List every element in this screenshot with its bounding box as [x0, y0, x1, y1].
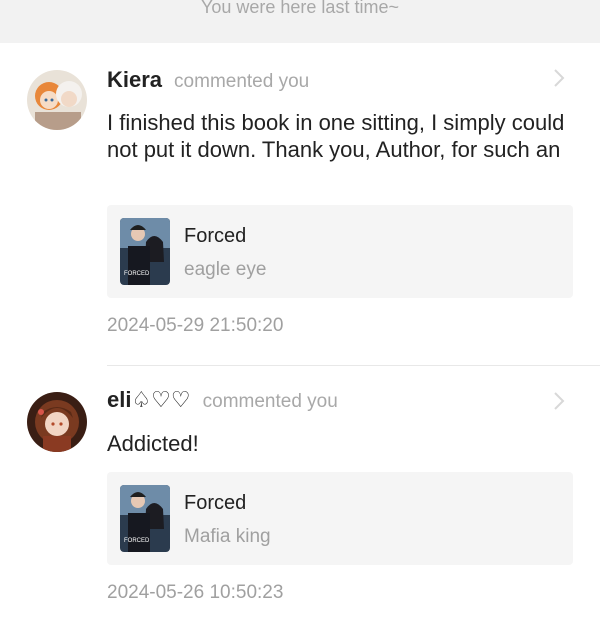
book-title: Forced: [184, 225, 247, 247]
timestamp: 2024-05-26 10:50:23: [107, 582, 284, 603]
chevron-right-icon[interactable]: [552, 390, 566, 412]
notification-item[interactable]: eli♤♡♡ commented you Addicted! FORCED Fo…: [0, 366, 600, 621]
last-visit-banner: You were here last time~: [0, 0, 600, 43]
username[interactable]: eli♤♡♡: [107, 387, 191, 413]
action-text: commented you: [202, 391, 338, 412]
notification-item[interactable]: Kiera commented you I finished this book…: [0, 43, 600, 365]
book-subtitle: Mafia king: [184, 526, 271, 547]
book-title: Forced: [184, 492, 247, 514]
anime-avatar-icon: [27, 392, 87, 452]
book-cover-text: FORCED: [124, 271, 150, 277]
book-cover-text: FORCED: [124, 538, 150, 544]
anime-avatar-icon: [27, 70, 87, 130]
comment-text: Addicted!: [107, 431, 199, 456]
user-avatar[interactable]: [27, 392, 87, 452]
book-card[interactable]: FORCED Forced eagle eye: [107, 205, 573, 298]
action-text: commented you: [174, 71, 310, 92]
last-visit-text: You were here last time~: [201, 0, 399, 17]
user-avatar[interactable]: [27, 70, 87, 130]
notification-header: Kiera commented you: [107, 67, 309, 97]
notification-header: eli♤♡♡ commented you: [107, 387, 338, 417]
book-cover-image: FORCED: [120, 485, 170, 552]
chevron-right-icon[interactable]: [552, 67, 566, 89]
timestamp: 2024-05-29 21:50:20: [107, 315, 284, 336]
book-cover-image: FORCED: [120, 218, 170, 285]
book-subtitle: eagle eye: [184, 259, 267, 280]
book-card[interactable]: FORCED Forced Mafia king: [107, 472, 573, 565]
comment-text: I finished this book in one sitting, I s…: [107, 110, 565, 162]
username[interactable]: Kiera: [107, 67, 162, 93]
